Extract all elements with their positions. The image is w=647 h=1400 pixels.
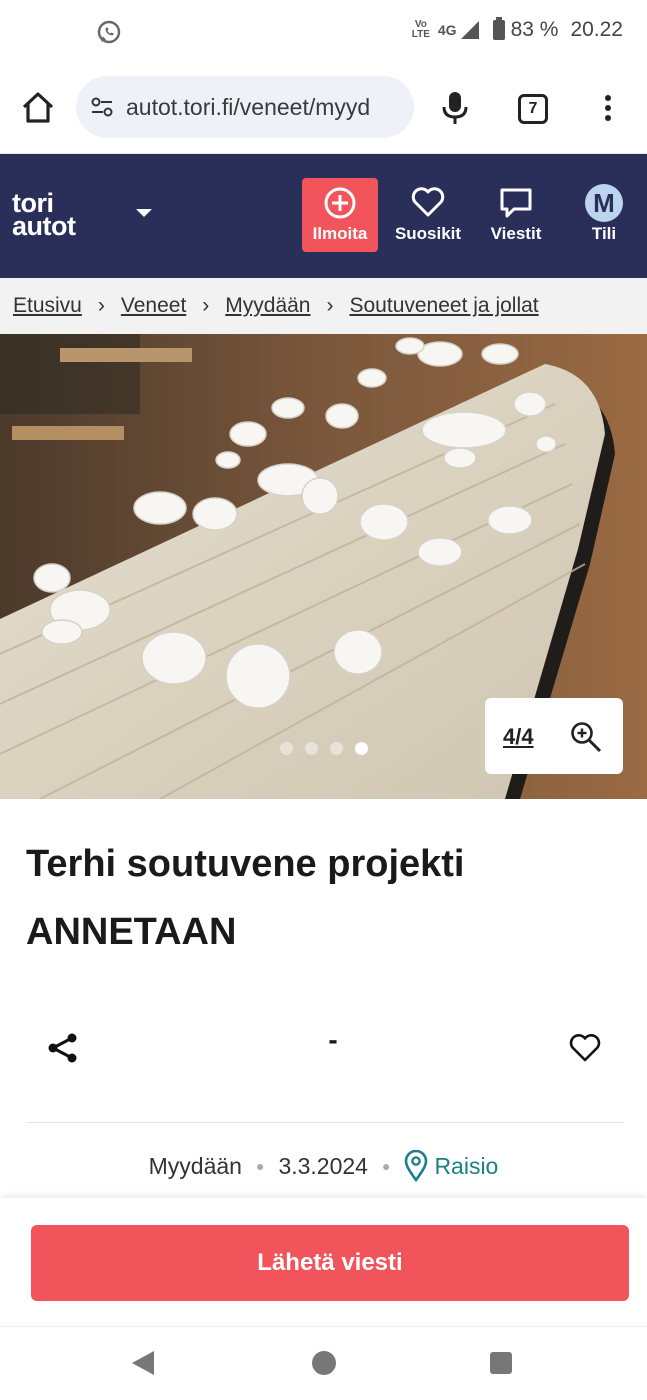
battery-level: 83 % bbox=[510, 18, 559, 41]
clock: 20.22 bbox=[570, 18, 623, 41]
location-pin-icon bbox=[405, 1150, 428, 1182]
breadcrumb-home[interactable]: Etusivu bbox=[13, 294, 82, 318]
post-ad-button[interactable]: Ilmoita bbox=[302, 178, 378, 252]
separator-dot: ● bbox=[255, 1158, 265, 1174]
account-nav-button[interactable]: M Tili bbox=[574, 178, 634, 252]
listing-meta: Myydään ● 3.3.2024 ● Raisio bbox=[0, 1150, 647, 1182]
breadcrumb-boats[interactable]: Veneet bbox=[121, 294, 186, 318]
network-type: 4G bbox=[437, 22, 457, 38]
home-circle-icon[interactable] bbox=[312, 1351, 336, 1375]
listing-location-link[interactable]: Raisio bbox=[404, 1150, 498, 1182]
pagination-dot[interactable] bbox=[280, 742, 293, 755]
site-header: tori autot Ilmoita Suosikit Viestit M Ti… bbox=[0, 154, 647, 278]
volte-indicator: Vo LTE bbox=[411, 19, 430, 40]
url-text[interactable]: autot.tori.fi/veneet/myyd bbox=[126, 94, 370, 121]
signal-icon bbox=[460, 21, 479, 39]
zoom-in-icon bbox=[571, 722, 602, 753]
browser-toolbar: autot.tori.fi/veneet/myyd 7 bbox=[0, 64, 647, 154]
post-ad-label: Ilmoita bbox=[312, 224, 368, 243]
message-icon bbox=[500, 188, 532, 218]
chevron-right-icon: › bbox=[97, 294, 105, 317]
send-message-button[interactable]: Lähetä viesti bbox=[31, 1225, 629, 1301]
contact-bar: Lähetä viesti bbox=[0, 1198, 647, 1326]
listing-type: Myydään bbox=[148, 1152, 242, 1179]
breadcrumb: Etusivu › Veneet › Myydään › Soutuveneet… bbox=[0, 278, 647, 334]
breadcrumb-for-sale[interactable]: Myydään bbox=[225, 294, 310, 318]
messages-label: Viestit bbox=[490, 224, 542, 243]
whatsapp-icon bbox=[97, 20, 121, 44]
pagination-dot[interactable] bbox=[305, 742, 318, 755]
chevron-down-icon[interactable] bbox=[136, 209, 152, 217]
more-options-icon[interactable] bbox=[598, 92, 618, 128]
pagination-dot-active[interactable] bbox=[355, 742, 368, 755]
account-label: Tili bbox=[591, 224, 617, 243]
gallery-pagination bbox=[280, 742, 368, 755]
avatar: M bbox=[585, 184, 623, 222]
chevron-right-icon: › bbox=[326, 294, 334, 317]
divider bbox=[26, 1122, 624, 1123]
listing-photo[interactable]: 4/4 bbox=[0, 334, 647, 799]
heart-icon bbox=[411, 187, 445, 217]
pagination-dot[interactable] bbox=[330, 742, 343, 755]
gallery-counter[interactable]: 4/4 bbox=[485, 698, 623, 774]
share-icon[interactable] bbox=[46, 1032, 80, 1064]
address-bar[interactable]: autot.tori.fi/veneet/myyd bbox=[76, 76, 414, 138]
microphone-icon[interactable] bbox=[440, 88, 470, 128]
battery-icon bbox=[492, 17, 505, 40]
back-icon[interactable] bbox=[132, 1351, 154, 1375]
listing-location[interactable]: Raisio bbox=[434, 1153, 498, 1180]
messages-nav-button[interactable]: Viestit bbox=[480, 178, 552, 252]
site-settings-icon[interactable] bbox=[88, 93, 116, 121]
image-counter-text: 4/4 bbox=[503, 724, 534, 749]
favorites-label: Suosikit bbox=[394, 224, 462, 243]
status-bar: Vo LTE 4G 83 % 20.22 bbox=[0, 0, 647, 64]
tab-switcher-button[interactable]: 7 bbox=[518, 94, 548, 124]
favorites-nav-button[interactable]: Suosikit bbox=[388, 178, 468, 252]
listing-date: 3.3.2024 bbox=[278, 1152, 368, 1179]
home-icon[interactable] bbox=[18, 88, 58, 128]
listing-price: - bbox=[328, 1024, 338, 1055]
system-navigation-bar bbox=[0, 1326, 647, 1400]
site-logo[interactable]: tori autot bbox=[12, 190, 76, 240]
chevron-right-icon: › bbox=[202, 294, 210, 317]
separator-dot: ● bbox=[381, 1158, 391, 1174]
recents-icon[interactable] bbox=[490, 1352, 512, 1374]
breadcrumb-rowboats[interactable]: Soutuveneet ja jollat bbox=[350, 294, 539, 318]
listing-title: Terhi soutuvene projekti ANNETAAN bbox=[26, 843, 465, 953]
favorite-heart-icon[interactable] bbox=[568, 1032, 602, 1064]
plus-circle-icon bbox=[324, 187, 356, 219]
